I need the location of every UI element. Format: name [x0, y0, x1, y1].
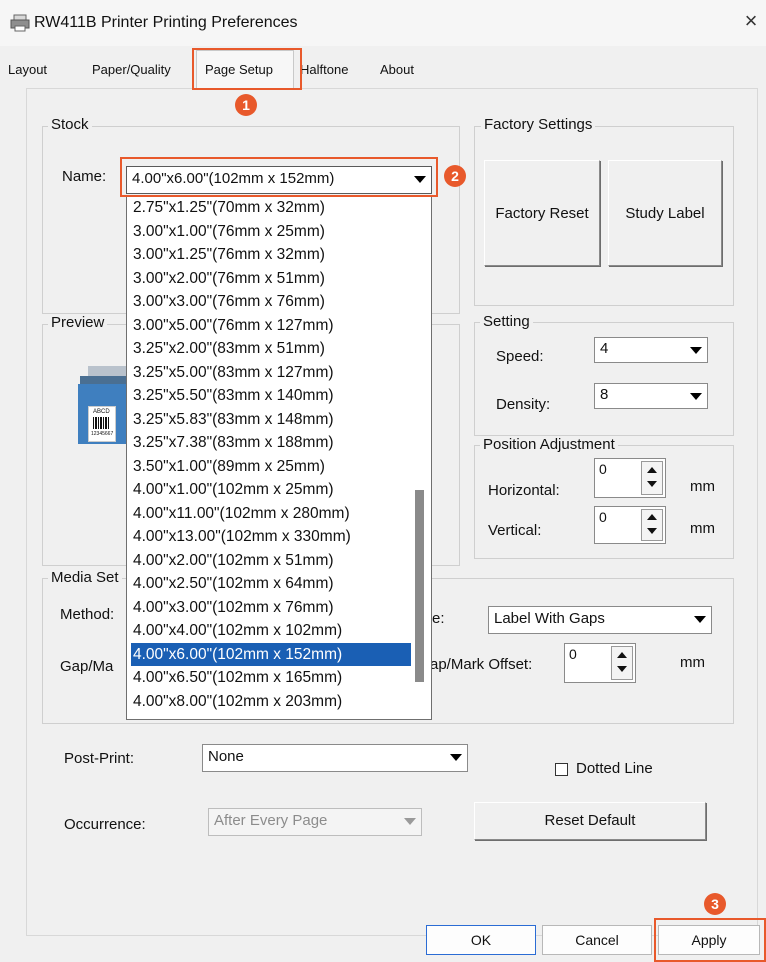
step-badge-1: 1 [235, 94, 257, 116]
label-preview: ABCD 12345667 [88, 406, 116, 442]
list-item[interactable]: 3.50"x1.00"(89mm x 25mm) [131, 455, 411, 478]
speed-label: Speed: [496, 348, 544, 365]
media-type-select[interactable]: Label With Gaps [488, 606, 712, 634]
tab-paper-quality[interactable]: Paper/Quality [92, 62, 171, 77]
list-item[interactable]: 4.00"x8.00"(102mm x 203mm) [131, 690, 411, 713]
list-item-selected[interactable]: 4.00"x6.00"(102mm x 152mm) [131, 642, 411, 666]
chevron-down-icon[interactable] [688, 341, 704, 359]
list-item[interactable]: 3.25"x5.50"(83mm x 140mm) [131, 384, 411, 407]
step-badge-2: 2 [444, 165, 466, 187]
spinner-buttons[interactable] [611, 646, 633, 680]
close-icon[interactable]: × [738, 8, 764, 34]
factory-reset-button[interactable]: Factory Reset [484, 160, 600, 266]
list-item[interactable]: 2.75"x1.25"(70mm x 32mm) [131, 196, 411, 219]
method-label: Method: [60, 606, 115, 623]
list-item[interactable]: 3.00"x5.00"(76mm x 127mm) [131, 314, 411, 337]
step-badge-3: 3 [704, 893, 726, 915]
occurrence-value: After Every Page [214, 812, 328, 829]
vertical-label: Vertical: [488, 522, 542, 539]
horizontal-spinner[interactable]: 0 [594, 458, 666, 498]
study-label-button[interactable]: Study Label [608, 160, 722, 266]
list-item[interactable]: 4.00"x4.00"(102mm x 102mm) [131, 619, 411, 642]
chevron-down-icon [402, 812, 418, 830]
stock-name-label: Name: [62, 168, 107, 185]
dotted-line-checkbox[interactable] [555, 763, 568, 776]
post-print-value: None [208, 748, 244, 765]
horizontal-unit: mm [690, 478, 715, 495]
list-item[interactable]: 4.00"x11.00"(102mm x 280mm) [131, 502, 411, 525]
horizontal-value: 0 [599, 461, 607, 477]
list-item[interactable]: 3.25"x2.00"(83mm x 51mm) [131, 337, 411, 360]
spin-down-icon[interactable] [642, 473, 662, 487]
offset-unit: mm [680, 654, 705, 671]
vertical-unit: mm [690, 520, 715, 537]
gap-mark-offset-label: ap/Mark Offset: [430, 656, 533, 673]
preview-group-label: Preview [48, 314, 108, 331]
chevron-down-icon[interactable] [692, 610, 708, 628]
highlight-apply-button [654, 918, 766, 962]
density-select[interactable]: 8 [594, 383, 708, 409]
tab-layout[interactable]: Layout [8, 62, 47, 77]
vertical-spinner[interactable]: 0 [594, 506, 666, 544]
tab-halftone[interactable]: Halftone [300, 62, 348, 77]
list-item[interactable]: 3.00"x1.00"(76mm x 25mm) [131, 220, 411, 243]
occurrence-select: After Every Page [208, 808, 422, 836]
gap-mark-label: Gap/Ma [60, 658, 114, 675]
barcode-icon [93, 417, 109, 429]
vertical-value: 0 [599, 509, 607, 525]
list-item[interactable]: 3.00"x3.00"(76mm x 76mm) [131, 290, 411, 313]
spin-down-icon[interactable] [612, 658, 632, 672]
title-bar: RW411B Printer Printing Preferences × [0, 0, 766, 46]
spinner-buttons[interactable] [641, 509, 663, 541]
media-settings-label: Media Set [48, 569, 122, 586]
density-value: 8 [600, 386, 609, 403]
density-label: Density: [496, 396, 551, 413]
chevron-down-icon[interactable] [688, 387, 704, 405]
list-item[interactable]: 3.00"x2.00"(76mm x 51mm) [131, 267, 411, 290]
factory-settings-label: Factory Settings [481, 116, 596, 133]
stock-name-dropdown-list[interactable]: 2.75"x1.25"(70mm x 32mm) 3.00"x1.00"(76m… [126, 195, 432, 720]
spin-down-icon[interactable] [642, 520, 662, 534]
printer-icon [10, 14, 30, 32]
list-item[interactable]: 3.25"x5.83"(83mm x 148mm) [131, 408, 411, 431]
cancel-button[interactable]: Cancel [542, 925, 652, 955]
speed-select[interactable]: 4 [594, 337, 708, 363]
ok-button[interactable]: OK [426, 925, 536, 955]
reset-default-button[interactable]: Reset Default [474, 802, 706, 840]
spinner-buttons[interactable] [641, 461, 663, 495]
list-item[interactable]: 3.00"x1.25"(76mm x 32mm) [131, 243, 411, 266]
tab-about[interactable]: About [380, 62, 414, 77]
highlight-stock-name [120, 157, 438, 197]
spin-up-icon[interactable] [612, 647, 632, 658]
media-type-value: Label With Gaps [494, 610, 605, 627]
dropdown-scrollbar-thumb[interactable] [415, 490, 424, 682]
media-type-label: e: [432, 610, 445, 627]
stock-group-label: Stock [48, 116, 92, 133]
list-item[interactable]: 4.00"x2.50"(102mm x 64mm) [131, 572, 411, 595]
position-adjustment-label: Position Adjustment [480, 436, 618, 453]
spin-up-icon[interactable] [642, 510, 662, 520]
printing-preferences-dialog: RW411B Printer Printing Preferences × La… [0, 0, 766, 962]
list-item[interactable]: 4.00"x2.00"(102mm x 51mm) [131, 549, 411, 572]
dotted-line-label: Dotted Line [576, 760, 653, 777]
window-title: RW411B Printer Printing Preferences [34, 14, 298, 31]
chevron-down-icon[interactable] [448, 748, 464, 766]
offset-spinner[interactable]: 0 [564, 643, 636, 683]
horizontal-label: Horizontal: [488, 482, 560, 499]
list-item[interactable]: 4.00"x13.00"(102mm x 330mm) [131, 525, 411, 548]
offset-value: 0 [569, 646, 577, 662]
list-item[interactable]: 3.25"x7.38"(83mm x 188mm) [131, 431, 411, 454]
highlight-page-setup-tab [192, 48, 302, 90]
speed-value: 4 [600, 340, 609, 357]
list-item[interactable]: 4.00"x3.00"(102mm x 76mm) [131, 596, 411, 619]
post-print-select[interactable]: None [202, 744, 468, 772]
occurrence-label: Occurrence: [64, 816, 146, 833]
list-item[interactable]: 4.00"x1.00"(102mm x 25mm) [131, 478, 411, 501]
list-item[interactable]: 4.00"x6.50"(102mm x 165mm) [131, 666, 411, 689]
list-item[interactable]: 3.25"x5.00"(83mm x 127mm) [131, 361, 411, 384]
post-print-label: Post-Print: [64, 750, 135, 767]
printer-preview-image: ABCD 12345667 [74, 366, 128, 446]
spin-up-icon[interactable] [642, 462, 662, 473]
setting-group-label: Setting [480, 313, 533, 330]
